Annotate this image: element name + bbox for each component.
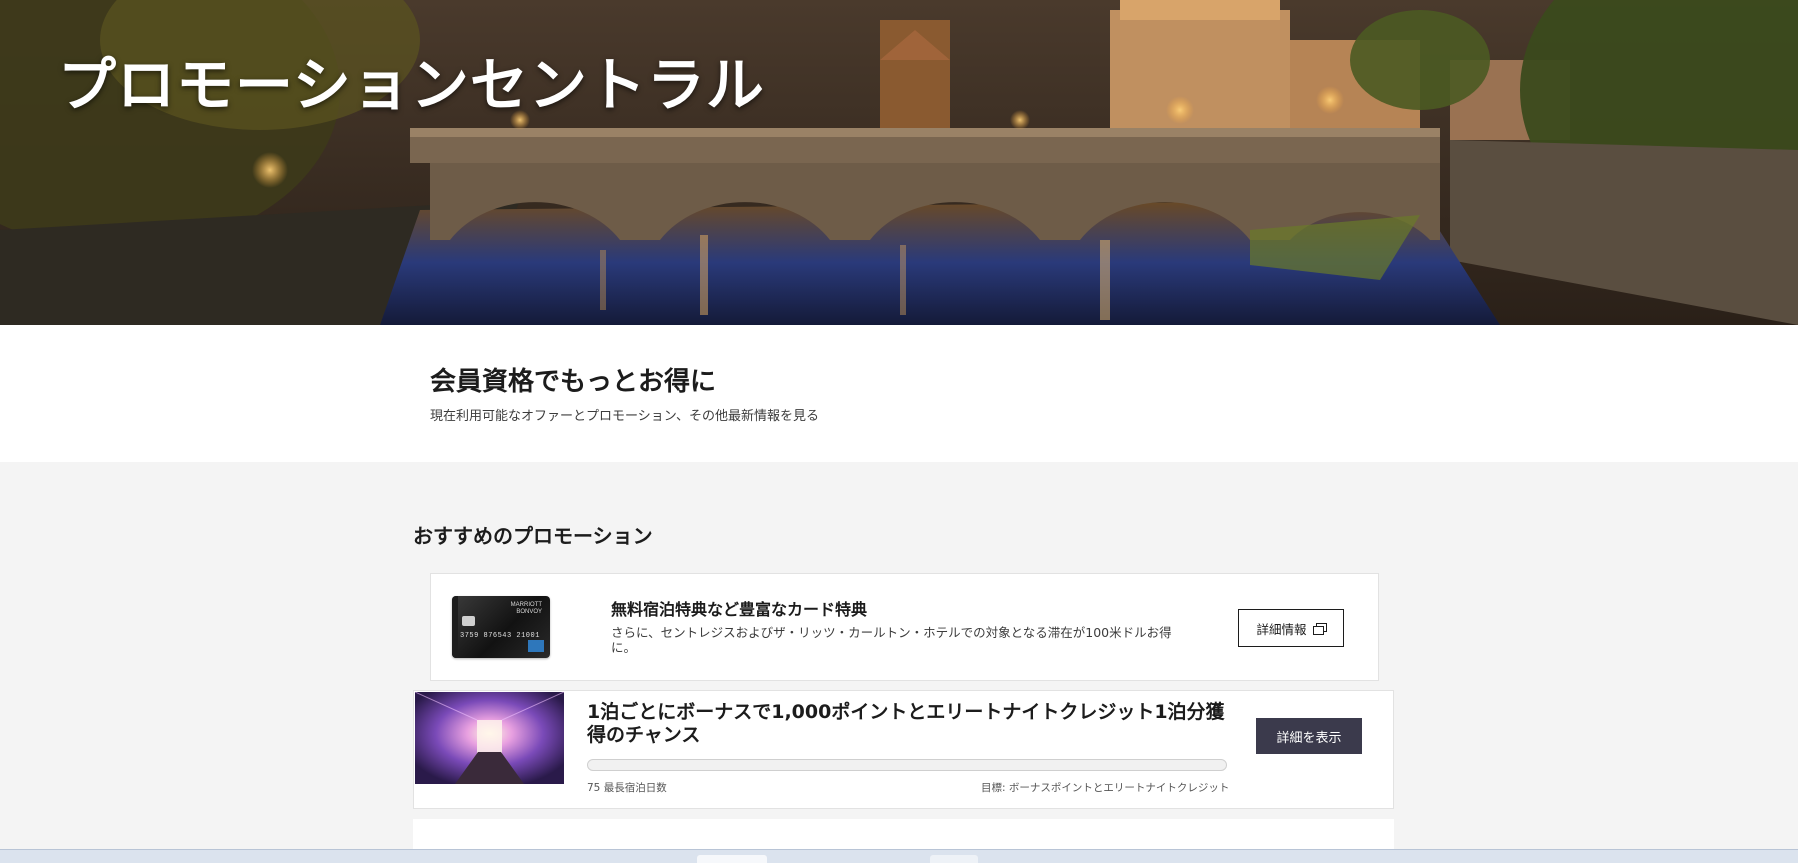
promo-tunnel-image (415, 692, 564, 784)
bottom-toolbar (0, 849, 1798, 863)
page-title: プロモーションセントラル (58, 51, 765, 119)
progress-bar (587, 759, 1227, 771)
bonus-points-promo: 1泊ごとにボーナスで1,000ポイントとエリートナイトクレジット1泊分獲得のチャ… (413, 690, 1394, 809)
bottom-tab[interactable] (697, 855, 767, 863)
intro-heading: 会員資格でもっとお得に (430, 367, 717, 397)
view-details-button[interactable]: 詳細を表示 (1256, 718, 1362, 754)
credit-card-image: MARRIOTT BONVOY 3759 876543 21001 (452, 596, 550, 658)
external-link-icon (1312, 622, 1327, 635)
goal-label: 目標: ボーナスポイントとエリートナイトクレジット (981, 782, 1230, 794)
card-offer-title: 無料宿泊特典など豊富なカード特典 (611, 600, 868, 619)
more-info-label: 詳細情報 (1256, 621, 1307, 637)
featured-promotions-title: おすすめのプロモーション (413, 524, 653, 548)
max-nights-label: 75 最長宿泊日数 (587, 782, 667, 794)
card-offer-description: さらに、セントレジスおよびザ・リッツ・カールトン・ホテルでの対象となる滞在が10… (611, 625, 1172, 655)
intro-subtext: 現在利用可能なオファーとプロモーション、その他最新情報を見る (430, 409, 819, 424)
hero-banner: プロモーションセントラル (0, 0, 1798, 325)
bottom-tab[interactable] (930, 855, 978, 863)
card-offer-promo: MARRIOTT BONVOY 3759 876543 21001 無料宿泊特典な… (430, 573, 1379, 681)
more-info-button[interactable]: 詳細情報 (1238, 609, 1344, 647)
intro-section: 会員資格でもっとお得に 現在利用可能なオファーとプロモーション、その他最新情報を… (0, 325, 1798, 462)
bonus-offer-title: 1泊ごとにボーナスで1,000ポイントとエリートナイトクレジット1泊分獲得のチャ… (587, 701, 1225, 746)
